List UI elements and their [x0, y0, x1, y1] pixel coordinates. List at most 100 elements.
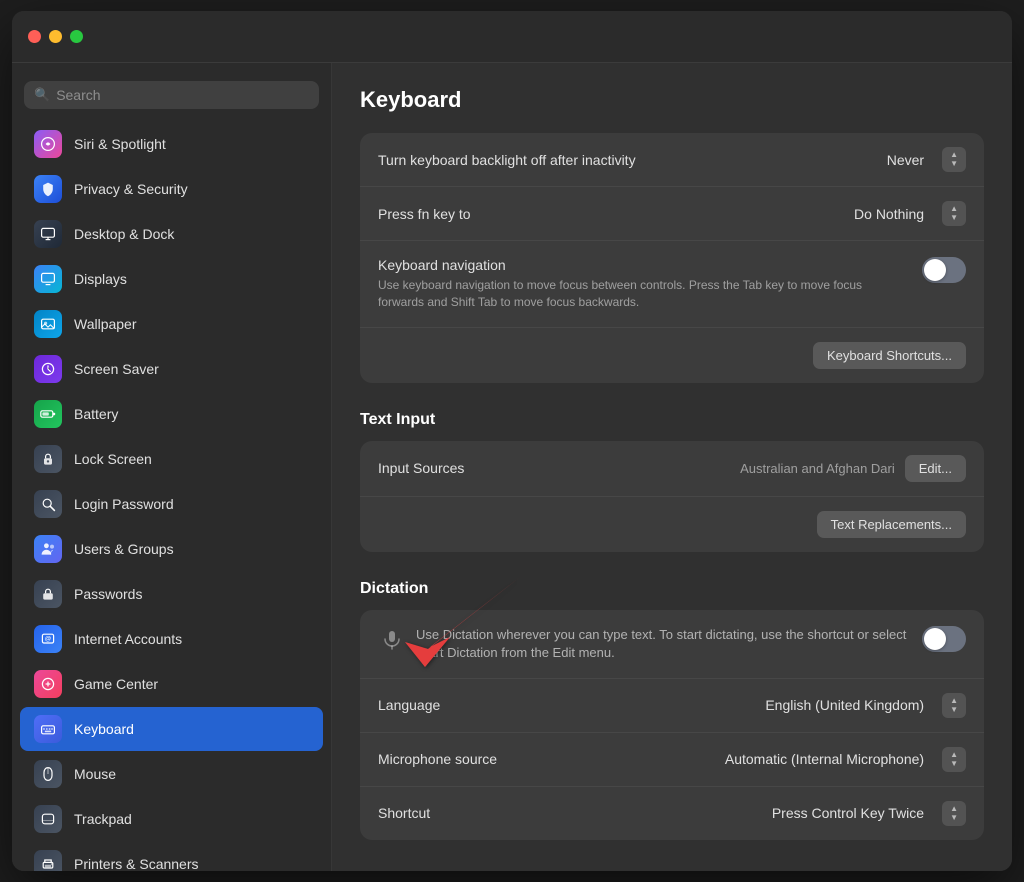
- window-content: 🔍 Search Siri & Spotlight Privacy & Secur…: [12, 63, 1012, 871]
- desktop-icon: [34, 220, 62, 248]
- sidebar-item-wallpaper[interactable]: Wallpaper: [20, 302, 323, 346]
- fn-key-label: Press fn key to: [378, 206, 854, 222]
- language-row: Language English (United Kingdom) ▲ ▼: [360, 679, 984, 733]
- language-value: English (United Kingdom): [765, 697, 924, 713]
- fn-key-stepper[interactable]: ▲ ▼: [942, 201, 966, 226]
- keyboard-shortcuts-button[interactable]: Keyboard Shortcuts...: [813, 342, 966, 369]
- backlight-arrows: ▲ ▼: [950, 151, 958, 168]
- svg-text:@: @: [45, 636, 52, 643]
- sidebar-item-keyboard[interactable]: Keyboard: [20, 707, 323, 751]
- sidebar-item-label-desktop-dock: Desktop & Dock: [74, 226, 174, 242]
- stepper-down-icon: ▼: [950, 814, 958, 822]
- backlight-row: Turn keyboard backlight off after inacti…: [360, 133, 984, 187]
- sidebar-item-label-displays: Displays: [74, 271, 127, 287]
- text-replacements-row: Text Replacements...: [360, 497, 984, 552]
- navigation-toggle[interactable]: [922, 257, 966, 283]
- stepper-up-icon: ▲: [950, 751, 958, 759]
- internet-icon: @: [34, 625, 62, 653]
- sidebar-item-printers-scanners[interactable]: Printers & Scanners: [20, 842, 323, 871]
- dictation-description: Use Dictation wherever you can type text…: [416, 626, 910, 662]
- microphone-source-arrows: ▲ ▼: [950, 751, 958, 768]
- search-container: 🔍 Search: [12, 75, 331, 121]
- loginpw-icon: [34, 490, 62, 518]
- backlight-stepper[interactable]: ▲ ▼: [942, 147, 966, 172]
- navigation-row: Keyboard navigation Use keyboard navigat…: [360, 241, 984, 328]
- sidebar-item-label-mouse: Mouse: [74, 766, 116, 782]
- sidebar-item-siri-spotlight[interactable]: Siri & Spotlight: [20, 122, 323, 166]
- shortcut-row: Shortcut Press Control Key Twice ▲ ▼: [360, 787, 984, 840]
- printers-icon: [34, 850, 62, 871]
- lockscreen-icon: [34, 445, 62, 473]
- search-box[interactable]: 🔍 Search: [24, 81, 319, 109]
- sidebar-item-label-siri-spotlight: Siri & Spotlight: [74, 136, 166, 152]
- text-replacements-button[interactable]: Text Replacements...: [817, 511, 966, 538]
- shortcut-arrows: ▲ ▼: [950, 805, 958, 822]
- sidebar-item-internet-accounts[interactable]: @Internet Accounts: [20, 617, 323, 661]
- language-stepper[interactable]: ▲ ▼: [942, 693, 966, 718]
- sidebar-item-label-printers-scanners: Printers & Scanners: [74, 856, 199, 871]
- sidebar-item-trackpad[interactable]: Trackpad: [20, 797, 323, 841]
- sidebar-items-container: Siri & Spotlight Privacy & Security Deskto…: [12, 122, 331, 871]
- stepper-up-icon: ▲: [950, 151, 958, 159]
- minimize-button[interactable]: [49, 30, 62, 43]
- input-sources-label: Input Sources: [378, 460, 740, 476]
- battery-icon: [34, 400, 62, 428]
- sidebar-item-label-passwords: Passwords: [74, 586, 142, 602]
- dictation-toggle-knob: [924, 628, 946, 650]
- traffic-lights: [28, 30, 83, 43]
- gamecenter-icon: [34, 670, 62, 698]
- sidebar-item-lock-screen[interactable]: Lock Screen: [20, 437, 323, 481]
- shortcut-control: Press Control Key Twice ▲ ▼: [772, 801, 966, 826]
- shortcut-label: Shortcut: [378, 805, 772, 821]
- keyboard-settings-section: Turn keyboard backlight off after inacti…: [360, 133, 984, 383]
- stepper-up-icon: ▲: [950, 697, 958, 705]
- sidebar-item-login-password[interactable]: Login Password: [20, 482, 323, 526]
- page-title: Keyboard: [360, 87, 984, 113]
- toggle-knob: [924, 259, 946, 281]
- fn-key-arrows: ▲ ▼: [950, 205, 958, 222]
- settings-window: 🔍 Search Siri & Spotlight Privacy & Secur…: [12, 11, 1012, 871]
- sidebar-item-label-wallpaper: Wallpaper: [74, 316, 137, 332]
- sidebar-item-label-login-password: Login Password: [74, 496, 174, 512]
- sidebar-item-label-battery: Battery: [74, 406, 118, 422]
- siri-icon: [34, 130, 62, 158]
- sidebar-item-label-screen-saver: Screen Saver: [74, 361, 159, 377]
- dictation-section: Use Dictation wherever you can type text…: [360, 610, 984, 840]
- passwords-icon: [34, 580, 62, 608]
- navigation-sublabel: Use keyboard navigation to move focus be…: [378, 277, 878, 311]
- sidebar-item-screen-saver[interactable]: Screen Saver: [20, 347, 323, 391]
- sidebar-item-desktop-dock[interactable]: Desktop & Dock: [20, 212, 323, 256]
- sidebar-item-displays[interactable]: Displays: [20, 257, 323, 301]
- sidebar: 🔍 Search Siri & Spotlight Privacy & Secur…: [12, 63, 332, 871]
- mouse-icon: [34, 760, 62, 788]
- main-content: Keyboard Turn keyboard backlight off aft…: [332, 63, 1012, 871]
- maximize-button[interactable]: [70, 30, 83, 43]
- sidebar-item-passwords[interactable]: Passwords: [20, 572, 323, 616]
- sidebar-item-users-groups[interactable]: Users & Groups: [20, 527, 323, 571]
- input-sources-edit-button[interactable]: Edit...: [905, 455, 966, 482]
- microphone-source-row: Microphone source Automatic (Internal Mi…: [360, 733, 984, 787]
- dictation-toggle[interactable]: [922, 626, 966, 652]
- shortcut-stepper[interactable]: ▲ ▼: [942, 801, 966, 826]
- sidebar-item-label-privacy-security: Privacy & Security: [74, 181, 188, 197]
- privacy-icon: [34, 175, 62, 203]
- text-input-title: Text Input: [360, 403, 984, 441]
- dictation-description-row: Use Dictation wherever you can type text…: [360, 610, 984, 679]
- sidebar-item-game-center[interactable]: Game Center: [20, 662, 323, 706]
- text-input-section: Input Sources Australian and Afghan Dari…: [360, 441, 984, 552]
- sidebar-item-mouse[interactable]: Mouse: [20, 752, 323, 796]
- sidebar-item-privacy-security[interactable]: Privacy & Security: [20, 167, 323, 211]
- trackpad-icon: [34, 805, 62, 833]
- fn-key-value: Do Nothing: [854, 206, 924, 222]
- sidebar-item-label-users-groups: Users & Groups: [74, 541, 174, 557]
- keyboard-shortcuts-row: Keyboard Shortcuts...: [360, 328, 984, 383]
- microphone-source-stepper[interactable]: ▲ ▼: [942, 747, 966, 772]
- search-placeholder: Search: [56, 87, 100, 103]
- sidebar-item-label-keyboard: Keyboard: [74, 721, 134, 737]
- keyboard-icon: [34, 715, 62, 743]
- wallpaper-icon: [34, 310, 62, 338]
- backlight-value: Never: [887, 152, 924, 168]
- sidebar-item-battery[interactable]: Battery: [20, 392, 323, 436]
- search-icon: 🔍: [34, 87, 50, 103]
- close-button[interactable]: [28, 30, 41, 43]
